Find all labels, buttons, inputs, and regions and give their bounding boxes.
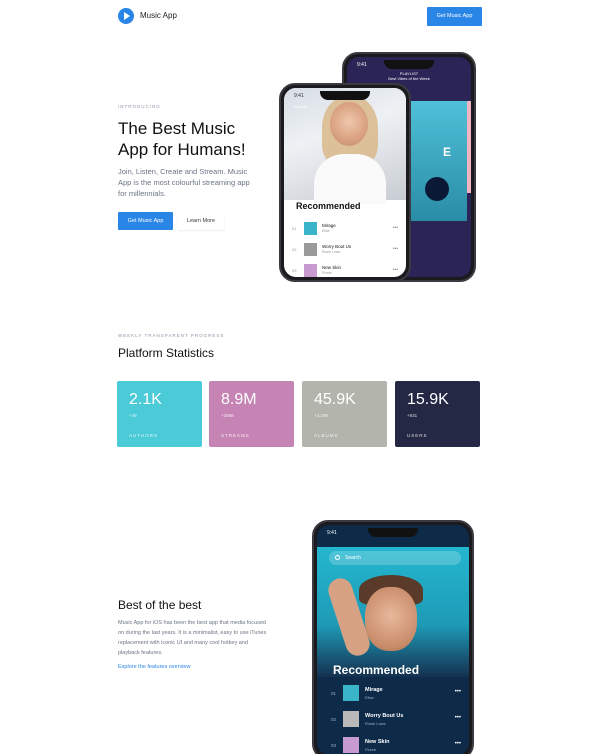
- track-row[interactable]: 02 Worry Bout Us Rosie Lowe •••: [292, 243, 402, 257]
- track-row[interactable]: 01 Mirage Elise •••: [331, 685, 461, 703]
- stat-label: STREAMS: [221, 433, 250, 438]
- stat-delta: +2568: [221, 413, 234, 418]
- more-icon[interactable]: •••: [393, 246, 398, 252]
- track-artist: Flume: [322, 271, 332, 275]
- track-art: [343, 737, 359, 753]
- stat-label: USERS: [407, 433, 428, 438]
- track-title: Worry Bout Us: [365, 713, 404, 719]
- track-row[interactable]: 02 Worry Bout Us Rosie Lowe •••: [331, 711, 461, 729]
- more-icon[interactable]: •••: [455, 689, 461, 695]
- recommended-heading: Recommended: [333, 663, 420, 677]
- stat-delta: +49: [129, 413, 137, 418]
- track-art: [343, 685, 359, 701]
- track-title: New Skin: [322, 265, 342, 270]
- stat-label: ALBUMS: [314, 433, 339, 438]
- phone-notch: [320, 91, 370, 100]
- search-bar[interactable]: Search: [329, 551, 461, 565]
- track-title: Worry Bout Us: [322, 244, 352, 249]
- stat-label: AUTHORS: [129, 433, 159, 438]
- track-row[interactable]: 01 Mirage Elise •••: [292, 222, 402, 236]
- hero-kicker: INTRODUCING: [118, 104, 161, 109]
- more-icon[interactable]: •••: [455, 715, 461, 721]
- track-artist: Rosie Lowe: [365, 721, 386, 726]
- phone-notch: [384, 60, 434, 69]
- album-art: [411, 101, 467, 221]
- best-description: Music App for iOS has been the best app …: [118, 620, 267, 656]
- album-letter: E: [443, 145, 452, 159]
- track-art: [304, 243, 317, 256]
- search-label[interactable]: Search: [294, 104, 307, 109]
- stats-kicker: WEEKLY TRANSPARENT PROGRESS: [118, 333, 225, 338]
- play-logo-icon[interactable]: [118, 8, 134, 24]
- track-art: [343, 711, 359, 727]
- track-number: 03: [331, 743, 337, 748]
- stat-value: 2.1K: [129, 391, 162, 408]
- artist-photo: [317, 547, 469, 677]
- recommended-heading: Recommended: [296, 201, 361, 211]
- playlist-header: PLAYLIST Best Vibes of the Week: [347, 71, 471, 81]
- track-artist: Elise: [322, 229, 330, 233]
- track-art: [304, 222, 317, 235]
- track-number: 02: [331, 717, 337, 722]
- stats-title: Platform Statistics: [118, 346, 215, 360]
- more-icon[interactable]: •••: [455, 741, 461, 747]
- hero-title: The Best Music App for Humans!: [118, 119, 246, 159]
- more-icon[interactable]: •••: [393, 267, 398, 273]
- status-time: 9:41: [294, 93, 304, 99]
- stat-value: 15.9K: [407, 391, 449, 408]
- record-disc-icon: [425, 177, 449, 201]
- artist-face: [330, 102, 368, 146]
- stat-card-albums: 45.9K +3,198 ALBUMS: [302, 381, 387, 447]
- track-number: 01: [292, 226, 297, 231]
- track-number: 01: [331, 691, 337, 696]
- stat-delta: +3,198: [314, 413, 328, 418]
- track-art: [304, 264, 317, 277]
- get-app-header-button[interactable]: Get Music App: [427, 7, 482, 26]
- learn-more-button[interactable]: Learn More: [178, 212, 224, 230]
- track-title: New Skin: [365, 739, 390, 745]
- stat-value: 8.9M: [221, 391, 257, 408]
- phone-notch: [368, 528, 418, 537]
- artist-body: [314, 154, 386, 204]
- stat-value: 45.9K: [314, 391, 356, 408]
- status-time: 9:41: [357, 62, 367, 68]
- track-title: Mirage: [322, 223, 336, 228]
- track-row[interactable]: 03 New Skin Flume •••: [331, 737, 461, 754]
- track-row[interactable]: 03 New Skin Flume •••: [292, 264, 402, 277]
- stat-card-users: 15.9K +931 USERS: [395, 381, 480, 447]
- stat-delta: +931: [407, 413, 418, 418]
- track-artist: Rosie Lowe: [322, 250, 341, 254]
- top-nav: Music App Get Music App: [0, 0, 600, 34]
- phone-mockup-front: 9:41 Search Recommended 01 Mirage Elise •••…: [279, 83, 411, 282]
- phone-mockup-large: 9:41 Search Recommended 01 Mirage Elise •••…: [312, 520, 474, 754]
- track-artist: Flume: [365, 747, 377, 752]
- best-title: Best of the best: [118, 598, 202, 612]
- playlist-name: Best Vibes of the Week: [388, 76, 430, 81]
- hero-description: Join, Listen, Create and Stream. Music A…: [118, 167, 250, 198]
- status-time: 9:41: [327, 530, 337, 536]
- stat-card-streams: 8.9M +2568 STREAMS: [209, 381, 294, 447]
- get-app-button[interactable]: Get Music App: [118, 212, 173, 230]
- search-icon: [335, 555, 340, 560]
- track-number: 02: [292, 247, 297, 252]
- more-icon[interactable]: •••: [393, 225, 398, 231]
- track-artist: Elise: [365, 695, 374, 700]
- track-title: Mirage: [365, 687, 383, 693]
- track-number: 03: [292, 268, 297, 273]
- brand-name[interactable]: Music App: [140, 11, 177, 20]
- features-overview-link[interactable]: Explore the features overview: [118, 664, 190, 670]
- search-placeholder: Search: [345, 555, 361, 561]
- album-art-strip: [467, 101, 471, 193]
- phone-large-screen: 9:41 Search Recommended 01 Mirage Elise •••…: [317, 525, 469, 754]
- phone-front-screen: 9:41 Search Recommended 01 Mirage Elise •••…: [284, 88, 406, 277]
- artist-face: [365, 587, 417, 651]
- stat-card-authors: 2.1K +49 AUTHORS: [117, 381, 202, 447]
